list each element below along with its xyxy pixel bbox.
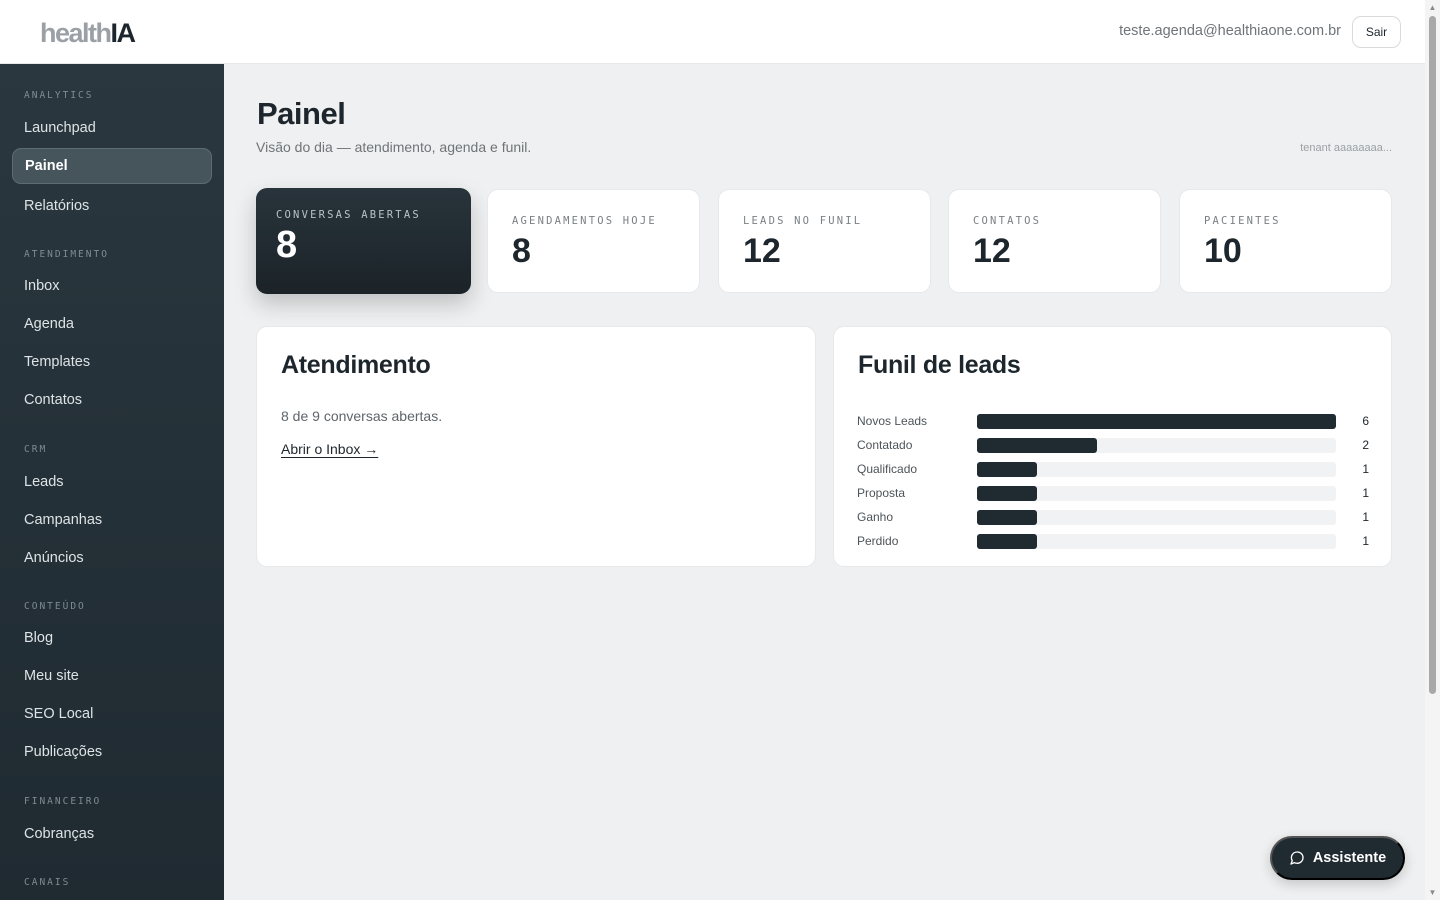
funnel-row: Qualificado 1 — [857, 461, 1369, 479]
sidebar-item-cobrancas[interactable]: Cobranças — [12, 816, 212, 852]
sidebar-section-financeiro: FINANCEIRO — [24, 796, 102, 807]
funnel-stage-count: 1 — [1362, 486, 1369, 500]
kpi-contatos[interactable]: CONTATOS 12 — [948, 189, 1161, 293]
kpi-label: PACIENTES — [1204, 215, 1281, 227]
sidebar-item-anuncios[interactable]: Anúncios — [12, 540, 212, 576]
kpi-value: 12 — [973, 232, 1011, 270]
kpi-pacientes[interactable]: PACIENTES 10 — [1179, 189, 1392, 293]
kpi-leads-no-funil[interactable]: LEADS NO FUNIL 12 — [718, 189, 931, 293]
sidebar-item-campanhas[interactable]: Campanhas — [12, 502, 212, 538]
funnel-stage-label: Novos Leads — [857, 414, 928, 428]
sidebar-section-conteudo: CONTEÚDO — [24, 601, 86, 612]
main-content: Painel Visão do dia — atendimento, agend… — [224, 64, 1425, 900]
funnel-row: Ganho 1 — [857, 509, 1369, 527]
kpi-value: 10 — [1204, 232, 1242, 270]
scroll-thumb[interactable] — [1429, 16, 1436, 694]
funnel-row: Contatado 2 — [857, 437, 1369, 455]
kpi-label: CONVERSAS ABERTAS — [276, 209, 421, 221]
sidebar-item-publicacoes[interactable]: Publicações — [12, 734, 212, 770]
funnel-bar — [977, 462, 1037, 477]
funnel-row: Perdido 1 — [857, 533, 1369, 551]
page-scrollbar[interactable]: ▲ ▼ — [1425, 0, 1440, 900]
sidebar-item-agenda[interactable]: Agenda — [12, 306, 212, 342]
page-subtitle: Visão do dia — atendimento, agenda e fun… — [256, 139, 532, 155]
funnel-bar — [977, 510, 1037, 525]
funnel-bar-track — [977, 534, 1336, 549]
atendimento-title: Atendimento — [281, 351, 431, 379]
sidebar-section-crm: CRM — [24, 444, 48, 455]
sidebar-item-relatorios[interactable]: Relatórios — [12, 188, 212, 224]
sidebar-section-analytics: ANALYTICS — [24, 90, 94, 101]
kpi-label: CONTATOS — [973, 215, 1042, 227]
funnel-bar-track — [977, 486, 1336, 501]
kpi-value: 8 — [512, 232, 531, 270]
kpi-agendamentos-hoje[interactable]: AGENDAMENTOS HOJE 8 — [487, 189, 700, 293]
chat-bubble-icon — [1290, 851, 1304, 865]
assistant-label: Assistente — [1312, 850, 1387, 866]
logout-button[interactable]: Sair — [1352, 16, 1401, 48]
funnel-bar — [977, 534, 1037, 549]
sidebar-item-blog[interactable]: Blog — [12, 620, 212, 656]
sidebar-item-painel[interactable]: Painel — [12, 148, 212, 184]
funnel-bar — [977, 438, 1097, 453]
top-bar: healthIA teste.agenda@healthiaone.com.br… — [0, 0, 1425, 64]
funnel-stage-label: Proposta — [857, 486, 906, 500]
funnel-bar — [977, 414, 1336, 429]
kpi-value: 12 — [743, 232, 781, 270]
funnel-stage-label: Perdido — [857, 534, 899, 548]
funnel-stage-count: 1 — [1362, 534, 1369, 548]
kpi-label: LEADS NO FUNIL — [743, 215, 863, 227]
funnel-stage-count: 2 — [1362, 438, 1369, 452]
kpi-label: AGENDAMENTOS HOJE — [512, 215, 657, 227]
sidebar-item-templates[interactable]: Templates — [12, 344, 212, 380]
funnel-row: Proposta 1 — [857, 485, 1369, 503]
funnel-stage-count: 1 — [1362, 462, 1369, 476]
funnel-stage-count: 1 — [1362, 510, 1369, 524]
atendimento-card: Atendimento 8 de 9 conversas abertas. Ab… — [256, 326, 816, 567]
sidebar: ANALYTICS Launchpad Painel Relatórios AT… — [0, 64, 224, 900]
sidebar-item-inbox[interactable]: Inbox — [12, 268, 212, 304]
atendimento-summary: 8 de 9 conversas abertas. — [281, 408, 443, 424]
funnel-bar-track — [977, 462, 1336, 477]
app-logo[interactable]: healthIA — [40, 18, 136, 48]
funil-title: Funil de leads — [858, 351, 1021, 379]
funnel-row: Novos Leads 6 — [857, 413, 1369, 431]
funnel-bar-track — [977, 414, 1336, 429]
assistant-button[interactable]: Assistente — [1270, 836, 1405, 880]
scroll-up-icon[interactable]: ▲ — [1428, 3, 1437, 12]
open-inbox-link[interactable]: Abrir o Inbox → — [281, 441, 378, 457]
sidebar-item-launchpad[interactable]: Launchpad — [12, 110, 212, 146]
funnel-stage-label: Contatado — [857, 438, 913, 452]
sidebar-item-seo-local[interactable]: SEO Local — [12, 696, 212, 732]
user-email: teste.agenda@healthiaone.com.br — [1119, 23, 1341, 39]
sidebar-item-meu-site[interactable]: Meu site — [12, 658, 212, 694]
sidebar-item-contatos[interactable]: Contatos — [12, 382, 212, 418]
scroll-down-icon[interactable]: ▼ — [1428, 888, 1437, 897]
funnel-bar — [977, 486, 1037, 501]
kpi-value: 8 — [276, 224, 298, 266]
sidebar-section-atendimento: ATENDIMENTO — [24, 249, 109, 260]
page-title: Painel — [257, 96, 346, 131]
funnel-stage-label: Qualificado — [857, 462, 918, 476]
funnel-bar-track — [977, 438, 1336, 453]
tenant-label: tenant aaaaaaaa... — [1300, 142, 1392, 154]
sidebar-item-leads[interactable]: Leads — [12, 464, 212, 500]
funil-card: Funil de leads Novos Leads 6 Contatado 2 Qua… — [833, 326, 1392, 567]
funnel-bar-track — [977, 510, 1336, 525]
funnel-stage-label: Ganho — [857, 510, 894, 524]
sidebar-section-canais: CANAIS — [24, 877, 71, 888]
funnel-stage-count: 6 — [1362, 414, 1369, 428]
kpi-conversas-abertas[interactable]: CONVERSAS ABERTAS 8 — [256, 188, 471, 294]
